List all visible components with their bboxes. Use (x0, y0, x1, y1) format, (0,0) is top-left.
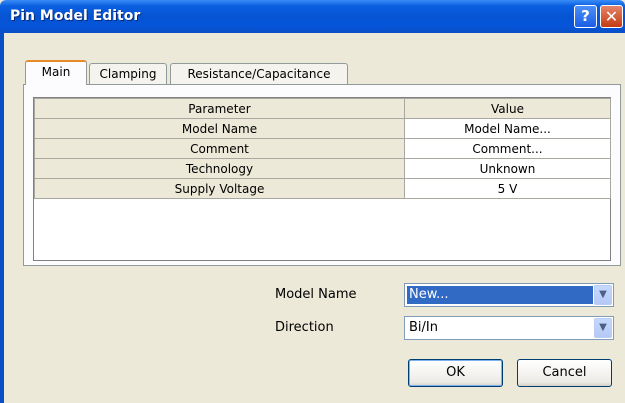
value-cell[interactable]: Model Name... (404, 118, 611, 139)
direction-dropdown[interactable]: Bi/In ▼ (404, 316, 614, 340)
window-frame (0, 33, 4, 403)
table-header-row: Parameter Value (34, 98, 611, 119)
value-cell[interactable]: 5 V (404, 178, 611, 199)
pin-model-editor-window: Pin Model Editor ? ✕ Main Clamping Resis… (0, 0, 625, 403)
value-cell[interactable]: Comment... (404, 138, 611, 159)
model-name-value: New... (407, 286, 593, 304)
close-button[interactable]: ✕ (600, 5, 623, 28)
column-header-parameter: Parameter (34, 98, 405, 119)
chevron-down-icon[interactable]: ▼ (594, 285, 612, 305)
direction-label: Direction (275, 320, 334, 335)
parameter-grid[interactable]: Parameter Value Model Name Model Name...… (33, 97, 611, 261)
parameter-cell: Comment (34, 138, 405, 159)
tab-clamping[interactable]: Clamping (89, 63, 167, 85)
model-name-dropdown[interactable]: New... ▼ (404, 283, 614, 307)
parameter-cell: Model Name (34, 118, 405, 139)
parameter-cell: Technology (34, 158, 405, 179)
ok-button[interactable]: OK (408, 359, 503, 387)
window-title: Pin Model Editor (10, 8, 141, 24)
column-header-value: Value (404, 98, 611, 119)
table-row[interactable]: Model Name Model Name... (34, 118, 611, 139)
table-row[interactable]: Technology Unknown (34, 158, 611, 179)
parameter-cell: Supply Voltage (34, 178, 405, 199)
direction-value: Bi/In (409, 320, 438, 335)
chevron-down-icon[interactable]: ▼ (594, 318, 612, 338)
table-row[interactable]: Supply Voltage 5 V (34, 178, 611, 199)
tab-main[interactable]: Main (25, 60, 87, 85)
cancel-button[interactable]: Cancel (517, 359, 612, 387)
help-button[interactable]: ? (574, 5, 597, 28)
title-bar[interactable]: Pin Model Editor ? ✕ (0, 0, 625, 33)
tab-resistance-capacitance[interactable]: Resistance/Capacitance (170, 63, 348, 85)
model-name-label: Model Name (275, 287, 357, 302)
value-cell[interactable]: Unknown (404, 158, 611, 179)
table-row[interactable]: Comment Comment... (34, 138, 611, 159)
